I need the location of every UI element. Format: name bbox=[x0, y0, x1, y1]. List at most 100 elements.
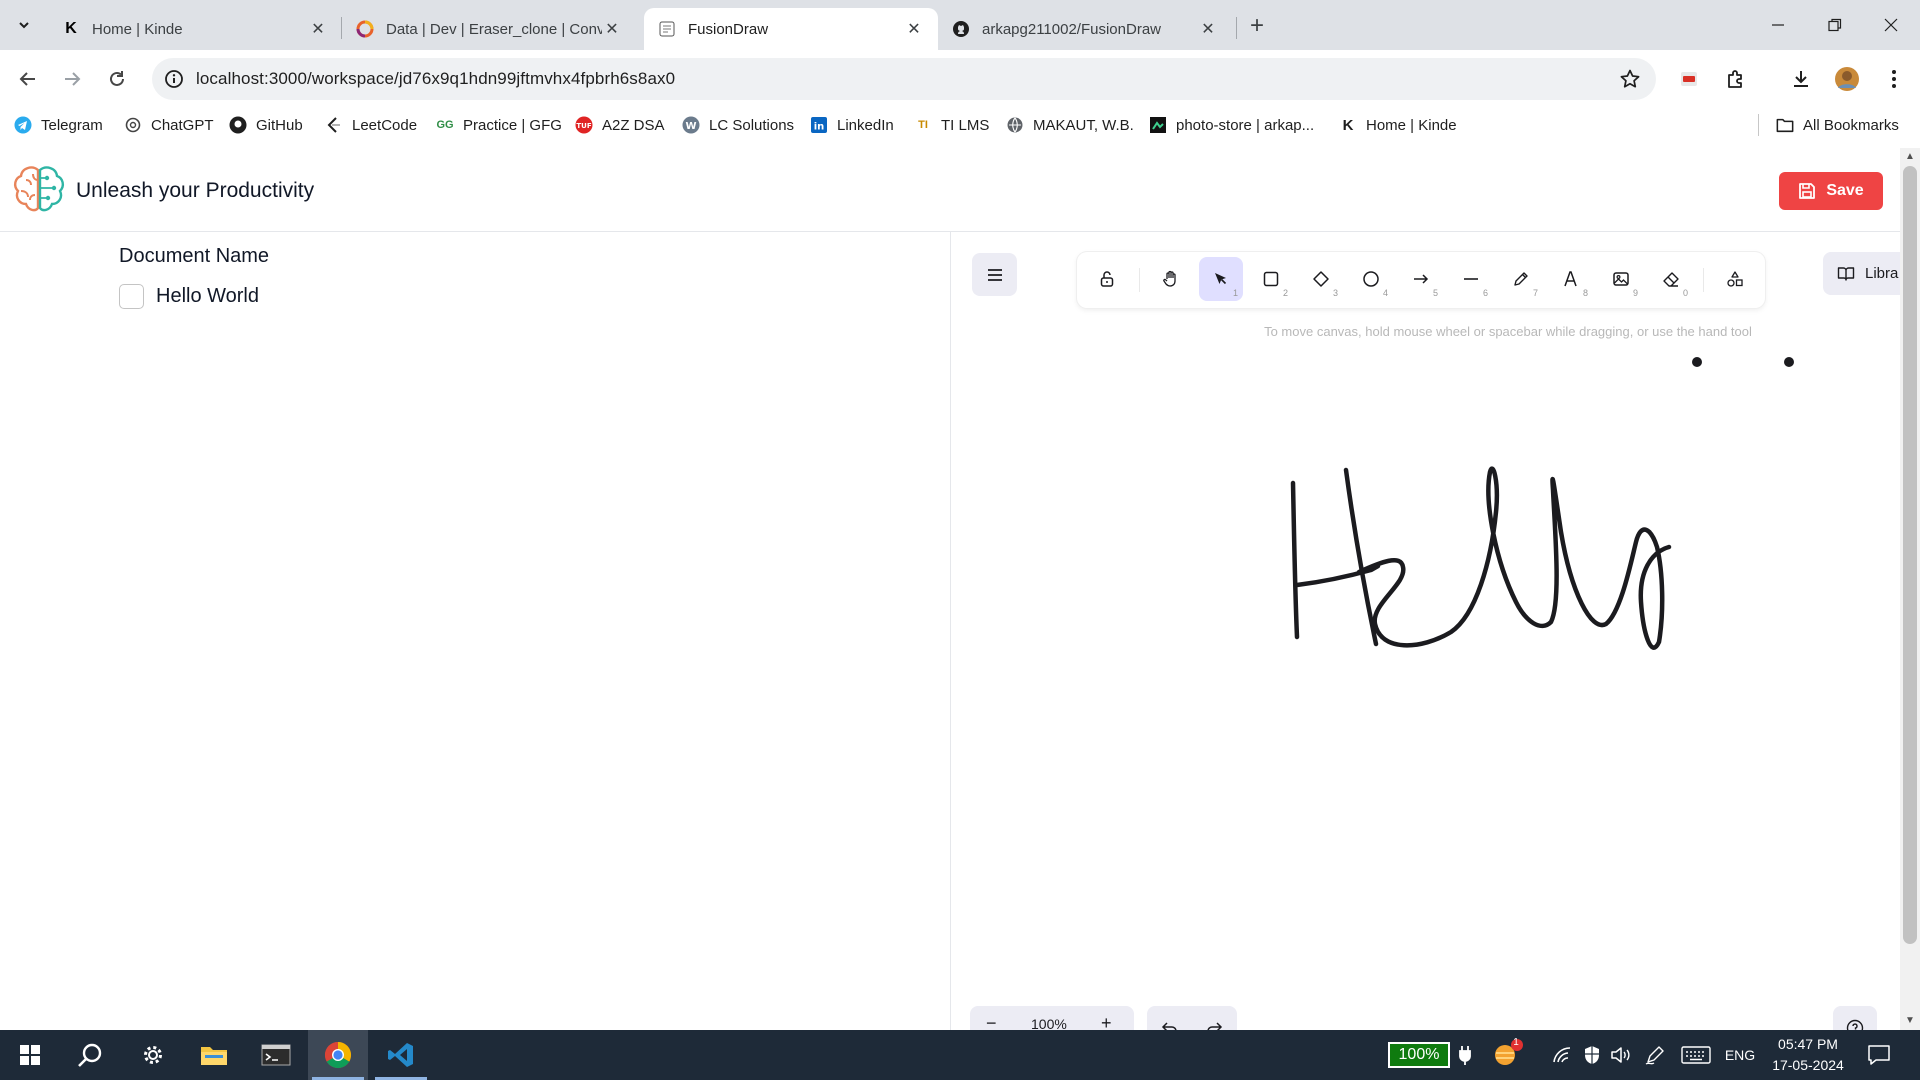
dot[interactable] bbox=[1692, 357, 1702, 367]
svg-text:in: in bbox=[814, 122, 825, 133]
minimize-button[interactable] bbox=[1749, 0, 1807, 50]
tab-fusiondraw[interactable]: FusionDraw ✕ bbox=[644, 8, 938, 50]
bookmark-photo-store[interactable]: photo-store | arkap... bbox=[1149, 114, 1314, 136]
clock-time: 05:47 PM bbox=[1778, 1036, 1838, 1052]
taskbar-settings[interactable] bbox=[123, 1030, 183, 1080]
page-scrollbar[interactable]: ▲ ▼ bbox=[1900, 148, 1920, 1030]
bookmark-leetcode[interactable]: LeetCode bbox=[325, 114, 417, 136]
document-title[interactable]: Document Name bbox=[119, 245, 269, 268]
bookmark-label: Practice | GFG bbox=[463, 116, 562, 134]
ti-icon: TI bbox=[918, 119, 928, 131]
taskbar-chrome[interactable] bbox=[308, 1030, 368, 1080]
bookmark-label: photo-store | arkap... bbox=[1176, 116, 1315, 134]
tab-home-kinde[interactable]: K Home | Kinde ✕ bbox=[48, 8, 342, 50]
todo-item-text[interactable]: Hello World bbox=[156, 285, 259, 308]
bookmark-label: GitHub bbox=[256, 116, 303, 134]
taskbar-terminal[interactable] bbox=[246, 1030, 306, 1080]
keyboard-icon[interactable] bbox=[1680, 1044, 1712, 1066]
hello-stroke[interactable] bbox=[1290, 466, 1672, 650]
pen-icon[interactable] bbox=[1644, 1044, 1666, 1066]
arrow-left-icon bbox=[19, 72, 35, 86]
site-info-icon[interactable] bbox=[162, 67, 186, 91]
back-button[interactable] bbox=[8, 59, 48, 99]
bookmark-home-kinde[interactable]: K Home | Kinde bbox=[1339, 114, 1457, 136]
all-bookmarks-label: All Bookmarks bbox=[1803, 116, 1899, 134]
taskbar-file-explorer[interactable] bbox=[184, 1030, 244, 1080]
taskbar-search-button[interactable] bbox=[60, 1030, 120, 1080]
close-window-button[interactable] bbox=[1862, 0, 1920, 50]
todo-checkbox[interactable] bbox=[119, 284, 144, 309]
bookmark-chatgpt[interactable]: ChatGPT bbox=[124, 114, 214, 136]
bookmark-linkedin[interactable]: in LinkedIn bbox=[810, 114, 894, 136]
bookmark-lc-solutions[interactable]: W LC Solutions bbox=[682, 114, 794, 136]
close-icon[interactable]: ✕ bbox=[602, 19, 622, 39]
bookmark-github[interactable]: GitHub bbox=[229, 114, 303, 136]
weather-icon[interactable]: 1 bbox=[1490, 1037, 1524, 1070]
bookmark-star-icon[interactable] bbox=[1618, 67, 1642, 91]
tab-eraser-clone[interactable]: Data | Dev | Eraser_clone | Conv ✕ bbox=[342, 8, 636, 50]
taskbar-vscode[interactable] bbox=[371, 1030, 431, 1080]
scroll-down-arrow-icon[interactable]: ▼ bbox=[1905, 1016, 1915, 1026]
forward-button[interactable] bbox=[52, 59, 92, 99]
undo-button[interactable] bbox=[1161, 1019, 1179, 1030]
brain-logo-icon bbox=[12, 164, 66, 216]
shield-icon[interactable] bbox=[1582, 1044, 1602, 1066]
address-bar[interactable]: localhost:3000/workspace/jd76x9q1hdn99jf… bbox=[152, 58, 1656, 100]
all-bookmarks-button[interactable]: All Bookmarks bbox=[1776, 114, 1899, 136]
chevron-down-icon bbox=[19, 22, 29, 29]
bookmark-makaut[interactable]: MAKAUT, W.B. bbox=[1006, 114, 1134, 136]
profile-avatar[interactable] bbox=[1831, 63, 1863, 95]
kinde-icon: K bbox=[1342, 116, 1354, 134]
whiteboard-canvas[interactable]: 1 2 3 4 5 6 7 8 9 0 Libra To move canvas… bbox=[951, 232, 1900, 1030]
language-indicator[interactable]: ENG bbox=[1722, 1044, 1758, 1066]
bookmark-ti-lms[interactable]: TI TI LMS bbox=[914, 114, 989, 136]
save-button[interactable]: Save bbox=[1779, 172, 1883, 210]
vscode-icon bbox=[388, 1043, 413, 1067]
bookmark-a2z-dsa[interactable]: TUF A2Z DSA bbox=[575, 114, 665, 136]
zoom-in-button[interactable]: + bbox=[1101, 1013, 1112, 1030]
start-button[interactable] bbox=[0, 1030, 60, 1080]
bookmark-telegram[interactable]: Telegram bbox=[14, 114, 103, 136]
bookmarks-separator bbox=[1758, 114, 1759, 136]
notifications-icon[interactable] bbox=[1867, 1044, 1891, 1066]
scroll-up-arrow-icon[interactable]: ▲ bbox=[1905, 152, 1915, 162]
close-icon[interactable]: ✕ bbox=[1198, 19, 1218, 39]
reload-button[interactable] bbox=[97, 59, 137, 99]
scrollbar-thumb[interactable] bbox=[1903, 166, 1917, 944]
wp-icon: W bbox=[682, 116, 700, 134]
close-icon[interactable]: ✕ bbox=[904, 19, 924, 39]
extensions-icon[interactable] bbox=[1720, 63, 1752, 95]
weather-badge: 1 bbox=[1513, 1037, 1519, 1048]
zoom-level[interactable]: 100% bbox=[1031, 1016, 1067, 1030]
freehand-drawing[interactable] bbox=[951, 232, 1900, 1030]
folder-icon bbox=[1776, 116, 1794, 134]
minimize-icon bbox=[1772, 24, 1784, 26]
battery-percent: 100% bbox=[1398, 1046, 1440, 1063]
save-icon bbox=[1799, 183, 1816, 199]
bookmark-label: A2Z DSA bbox=[602, 116, 665, 134]
volume-icon[interactable] bbox=[1610, 1044, 1632, 1066]
linkedin-icon: in bbox=[810, 116, 828, 134]
language-label: ENG bbox=[1724, 1047, 1756, 1063]
zoom-controls: − 100% + bbox=[970, 1006, 1134, 1030]
tuf-icon: TUF bbox=[575, 116, 593, 134]
tab-github-fusiondraw[interactable]: arkapg211002/FusionDraw ✕ bbox=[938, 8, 1232, 50]
help-button[interactable] bbox=[1833, 1006, 1877, 1030]
pdf-extension-icon[interactable] bbox=[1673, 63, 1705, 95]
undo-icon bbox=[1161, 1022, 1177, 1030]
tab-search-button[interactable] bbox=[10, 11, 38, 39]
close-icon[interactable]: ✕ bbox=[308, 19, 328, 39]
folder-icon bbox=[201, 1047, 227, 1065]
redo-button[interactable] bbox=[1205, 1019, 1223, 1030]
zoom-out-button[interactable]: − bbox=[986, 1013, 997, 1030]
dot[interactable] bbox=[1784, 357, 1794, 367]
browser-menu-icon[interactable] bbox=[1878, 63, 1910, 95]
taskbar-clock[interactable]: 05:47 PM 17-05-2024 bbox=[1768, 1034, 1848, 1076]
bookmark-gfg[interactable]: GG Practice | GFG bbox=[436, 114, 562, 136]
url-text[interactable]: localhost:3000/workspace/jd76x9q1hdn99jf… bbox=[196, 69, 675, 89]
wifi-icon[interactable] bbox=[1552, 1044, 1572, 1066]
restore-button[interactable] bbox=[1806, 0, 1864, 50]
new-tab-button[interactable]: + bbox=[1243, 12, 1271, 40]
download-icon[interactable] bbox=[1785, 63, 1817, 95]
battery-indicator[interactable]: 100% bbox=[1388, 1042, 1450, 1068]
